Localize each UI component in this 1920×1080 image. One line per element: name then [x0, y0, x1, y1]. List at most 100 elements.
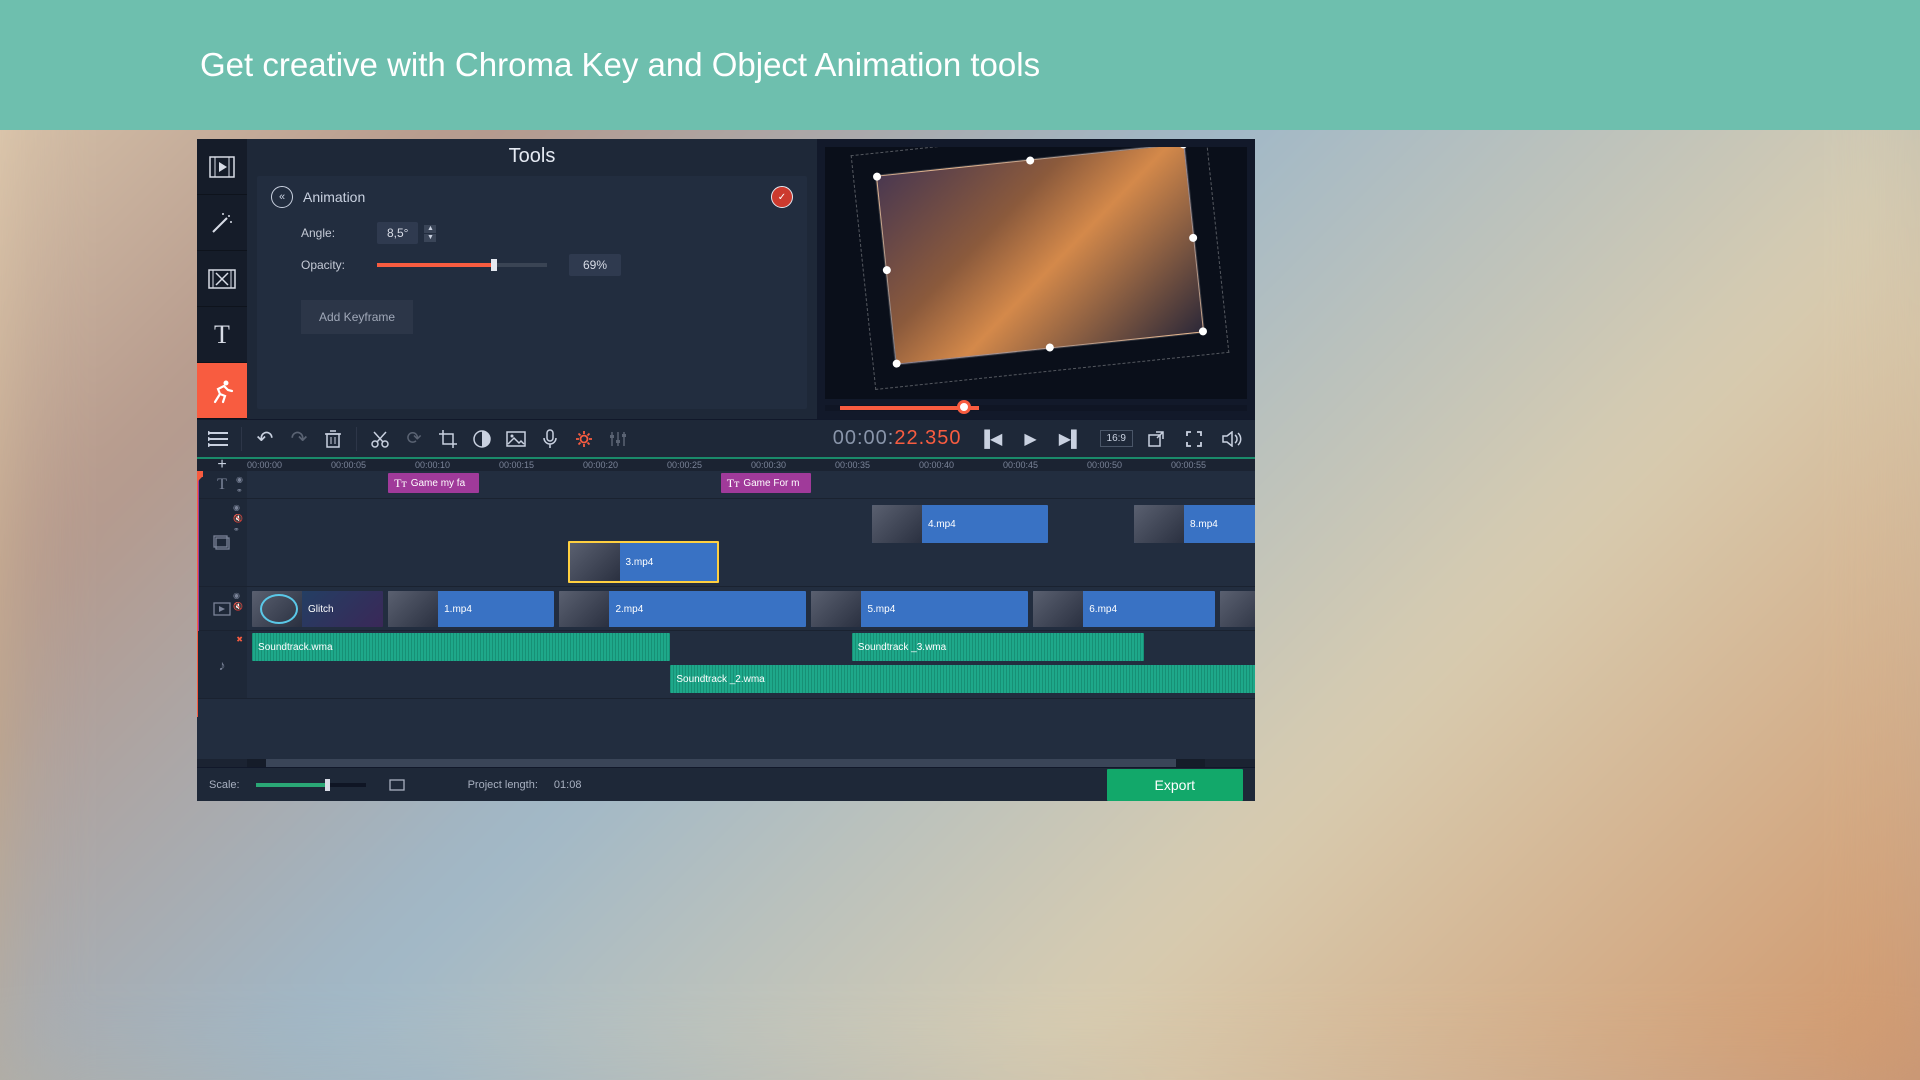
preview-panel: [817, 139, 1255, 419]
undo-icon: ↶: [257, 426, 274, 451]
back-button[interactable]: «: [271, 186, 293, 208]
effect-clip[interactable]: Glitch: [252, 591, 383, 627]
transitions-tab[interactable]: [197, 251, 247, 307]
project-length-value: 01:08: [554, 779, 582, 791]
mute-icon[interactable]: 🔇: [233, 602, 243, 611]
overlay-icon: [213, 535, 231, 551]
timeline-tracks: T ◉⚭ TᴛGame my faTᴛGame For m ◉🔇⚭ 3.mp44…: [197, 471, 1255, 759]
ruler-tick: 00:00:50: [1087, 460, 1122, 470]
play-button[interactable]: ▶: [1016, 424, 1046, 454]
ruler-tick: 00:00:40: [919, 460, 954, 470]
redo-button[interactable]: ↷: [284, 424, 314, 454]
project-length-label: Project length:: [468, 779, 538, 791]
video-clip[interactable]: 5.mp4: [811, 591, 1028, 627]
video-clip[interactable]: [1220, 591, 1255, 627]
apply-button[interactable]: ✓: [771, 186, 793, 208]
export-button[interactable]: Export: [1107, 769, 1243, 801]
equalizer-button[interactable]: [603, 424, 633, 454]
tool-category-tabs: T: [197, 139, 247, 419]
prev-frame-button[interactable]: ▐◀: [976, 424, 1006, 454]
mic-button[interactable]: [535, 424, 565, 454]
text-icon: T: [214, 320, 230, 350]
timeline-ruler[interactable]: + 00:00:0000:00:0500:00:1000:00:1500:00:…: [197, 457, 1255, 471]
playhead[interactable]: [197, 471, 198, 717]
mute-icon[interactable]: ✖: [236, 635, 243, 644]
contrast-icon: [473, 430, 491, 448]
clip-label: Game my fa: [411, 478, 465, 489]
video-clip[interactable]: 8.mp4: [1134, 505, 1255, 543]
running-icon: [209, 378, 235, 404]
audio-clip[interactable]: Soundtrack _2.wma: [670, 665, 1255, 693]
title-track-head[interactable]: T ◉⚭: [197, 471, 247, 498]
fit-timeline-button[interactable]: [382, 770, 412, 800]
fullscreen-button[interactable]: [1179, 424, 1209, 454]
status-bar: Scale: Project length: 01:08 Export: [197, 767, 1255, 801]
promo-text: Get creative with Chroma Key and Object …: [200, 46, 1040, 84]
video-clip[interactable]: 6.mp4: [1033, 591, 1214, 627]
crop-button[interactable]: [433, 424, 463, 454]
main-video-track: ◉🔇 Glitch1.mp42.mp45.mp46.mp4: [197, 587, 1255, 631]
audio-track-head[interactable]: ♪ ✖: [197, 631, 247, 698]
video-clip[interactable]: 2.mp4: [559, 591, 806, 627]
undo-button[interactable]: ↶: [250, 424, 280, 454]
promo-banner: Get creative with Chroma Key and Object …: [0, 0, 1920, 130]
eye-icon[interactable]: ◉: [236, 475, 243, 484]
audio-clip[interactable]: Soundtrack _3.wma: [852, 633, 1144, 661]
clip-label: Soundtrack _3.wma: [858, 642, 946, 653]
cut-button[interactable]: [365, 424, 395, 454]
video-clip[interactable]: 4.mp4: [872, 505, 1048, 543]
angle-input[interactable]: 8,5°: [377, 222, 418, 244]
clip-label: Glitch: [308, 604, 334, 615]
gear-icon: [574, 429, 594, 449]
animation-settings: « Animation ✓ Angle: 8,5° ▲▼ Opacity:: [257, 176, 807, 409]
timecode-display: 00:00:22.350: [833, 427, 962, 451]
opacity-slider[interactable]: [377, 263, 547, 267]
delete-button[interactable]: [318, 424, 348, 454]
title-clip[interactable]: TᴛGame my fa: [388, 473, 479, 493]
tools-title: Tools: [257, 145, 807, 168]
rotate-icon: ⟳: [406, 428, 421, 449]
animation-tab[interactable]: [197, 363, 247, 419]
settings-button[interactable]: [569, 424, 599, 454]
video-clip[interactable]: 1.mp4: [388, 591, 554, 627]
video-clip[interactable]: 3.mp4: [568, 541, 719, 583]
scale-slider[interactable]: [256, 783, 366, 787]
add-track-button[interactable]: +: [197, 459, 247, 471]
titles-tab[interactable]: T: [197, 307, 247, 363]
sliders-icon: [609, 430, 627, 448]
link-icon[interactable]: ⚭: [233, 525, 243, 534]
mute-icon[interactable]: 🔇: [233, 514, 243, 523]
list-icon: [208, 431, 228, 447]
ruler-tick: 00:00:30: [751, 460, 786, 470]
preview-canvas[interactable]: [825, 147, 1247, 399]
timeline-scrollbar[interactable]: [247, 759, 1205, 767]
check-icon: ✓: [778, 192, 786, 203]
eye-icon[interactable]: ◉: [233, 591, 243, 600]
volume-button[interactable]: [1217, 424, 1247, 454]
transition-icon: [208, 269, 236, 289]
clip-label: 4.mp4: [928, 519, 956, 530]
filters-tab[interactable]: [197, 195, 247, 251]
image-button[interactable]: [501, 424, 531, 454]
eye-icon[interactable]: ◉: [233, 503, 243, 512]
preview-clip[interactable]: [876, 147, 1204, 365]
color-button[interactable]: [467, 424, 497, 454]
add-keyframe-button[interactable]: Add Keyframe: [301, 300, 413, 334]
angle-stepper[interactable]: ▲▼: [424, 225, 436, 242]
audio-clip[interactable]: Soundtrack.wma: [252, 633, 670, 661]
clip-label: Soundtrack _2.wma: [676, 674, 764, 685]
link-icon[interactable]: ⚭: [236, 486, 243, 495]
next-frame-button[interactable]: ▶▌: [1056, 424, 1086, 454]
rotate-button[interactable]: ⟳: [399, 424, 429, 454]
media-tab[interactable]: [197, 139, 247, 195]
main-track-head[interactable]: ◉🔇: [197, 587, 247, 630]
ruler-tick: 00:00:10: [415, 460, 450, 470]
tools-panel: Tools « Animation ✓ Angle: 8,5° ▲▼: [247, 139, 817, 419]
popout-button[interactable]: [1141, 424, 1171, 454]
list-view-button[interactable]: [203, 424, 233, 454]
title-clip[interactable]: TᴛGame For m: [721, 473, 812, 493]
preview-progress[interactable]: [825, 405, 1247, 411]
aspect-ratio[interactable]: 16:9: [1100, 430, 1133, 447]
speaker-icon: [1222, 431, 1242, 447]
overlay-track-head[interactable]: ◉ 🔇 ⚭: [197, 499, 247, 586]
